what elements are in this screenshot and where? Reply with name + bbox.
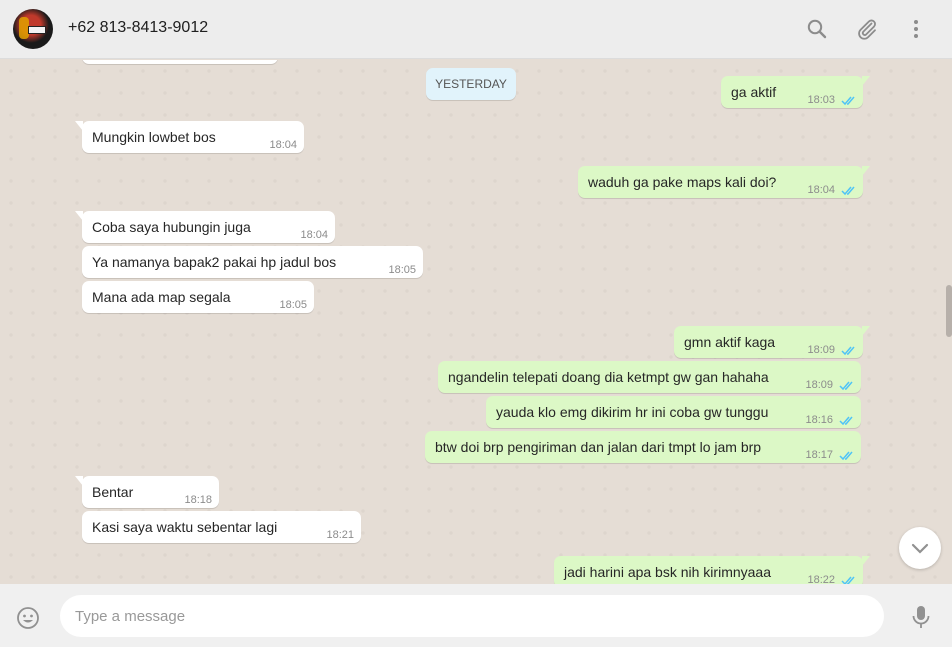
emoji-icon[interactable] [16, 606, 40, 630]
read-ticks-icon [839, 381, 853, 391]
message-time: 18:09 [805, 379, 833, 391]
read-ticks-icon [839, 416, 853, 426]
message-bubble[interactable]: Coba saya hubungin juga 18:04 [75, 211, 335, 243]
message-text: Mana ada map segala [92, 289, 231, 305]
message-text: Ya namanya bapak2 pakai hp jadul bos [92, 254, 337, 270]
chat-header: +62 813-8413-9012 [0, 0, 952, 59]
message-time: 18:05 [388, 264, 416, 276]
message-bubble[interactable]: Bentar 18:18 [75, 476, 219, 508]
message-time: 18:21 [326, 529, 354, 541]
scroll-down-button[interactable] [899, 527, 941, 569]
message-text: Bentar [92, 484, 134, 500]
message-bubble[interactable]: jadi harini apa bsk nih kirimnyaaa 18:22 [554, 556, 870, 584]
message-time: 18:04 [300, 229, 328, 241]
contact-avatar[interactable] [13, 9, 53, 49]
message-time: 18:05 [279, 299, 307, 311]
message-text: btw doi brp pengiriman dan jalan dari tm… [435, 439, 762, 455]
message-text: waduh ga pake maps kali doi? [588, 174, 777, 190]
read-ticks-icon [841, 576, 855, 584]
message-time: 18:04 [269, 139, 297, 151]
message-time: 18:03 [807, 94, 835, 106]
message-bubble[interactable]: Ya namanya bapak2 pakai hp jadul bos 18:… [82, 246, 423, 278]
message-bubble[interactable]: Mana ada map segala 18:05 [82, 281, 314, 313]
search-icon[interactable] [805, 17, 829, 41]
message-bubble-partial [82, 60, 278, 64]
message-text: jadi harini apa bsk nih kirimnyaaa [564, 564, 771, 580]
message-time: 18:04 [807, 184, 835, 196]
message-text: gmn aktif kaga [684, 334, 776, 350]
message-text: ga aktif [731, 84, 777, 100]
chevron-down-icon [911, 543, 929, 554]
message-time: 18:17 [805, 449, 833, 461]
message-bubble[interactable]: Mungkin lowbet bos 18:04 [75, 121, 304, 153]
message-time: 18:09 [807, 344, 835, 356]
read-ticks-icon [841, 96, 855, 106]
contact-name[interactable]: +62 813-8413-9012 [68, 19, 208, 37]
chat-area[interactable]: YESTERDAY ga aktif 18:03 Mungkin lowbet … [0, 60, 952, 584]
attach-icon[interactable] [855, 17, 879, 41]
message-time: 18:22 [807, 574, 835, 584]
message-bubble[interactable]: ngandelin telepati doang dia ketmpt gw g… [438, 361, 861, 393]
message-bubble[interactable]: ga aktif 18:03 [721, 76, 870, 108]
message-time: 18:16 [805, 414, 833, 426]
scrollbar-thumb[interactable] [946, 285, 952, 337]
message-text: ngandelin telepati doang dia ketmpt gw g… [448, 369, 769, 385]
menu-icon[interactable] [904, 17, 928, 41]
message-bubble[interactable]: btw doi brp pengiriman dan jalan dari tm… [425, 431, 861, 463]
message-text: Mungkin lowbet bos [92, 129, 216, 145]
compose-bar [0, 584, 952, 647]
read-ticks-icon [841, 346, 855, 356]
message-bubble[interactable]: yauda klo emg dikirim hr ini coba gw tun… [486, 396, 861, 428]
message-text: yauda klo emg dikirim hr ini coba gw tun… [496, 404, 769, 420]
date-divider: YESTERDAY [426, 68, 516, 100]
read-ticks-icon [839, 451, 853, 461]
message-text: Kasi saya waktu sebentar lagi [92, 519, 278, 535]
message-input[interactable] [60, 595, 884, 637]
message-bubble[interactable]: Kasi saya waktu sebentar lagi 18:21 [82, 511, 361, 543]
message-time: 18:18 [184, 494, 212, 506]
message-bubble[interactable]: gmn aktif kaga 18:09 [674, 326, 870, 358]
read-ticks-icon [841, 186, 855, 196]
message-text: Coba saya hubungin juga [92, 219, 251, 235]
message-bubble[interactable]: waduh ga pake maps kali doi? 18:04 [578, 166, 870, 198]
mic-icon[interactable] [909, 604, 933, 630]
